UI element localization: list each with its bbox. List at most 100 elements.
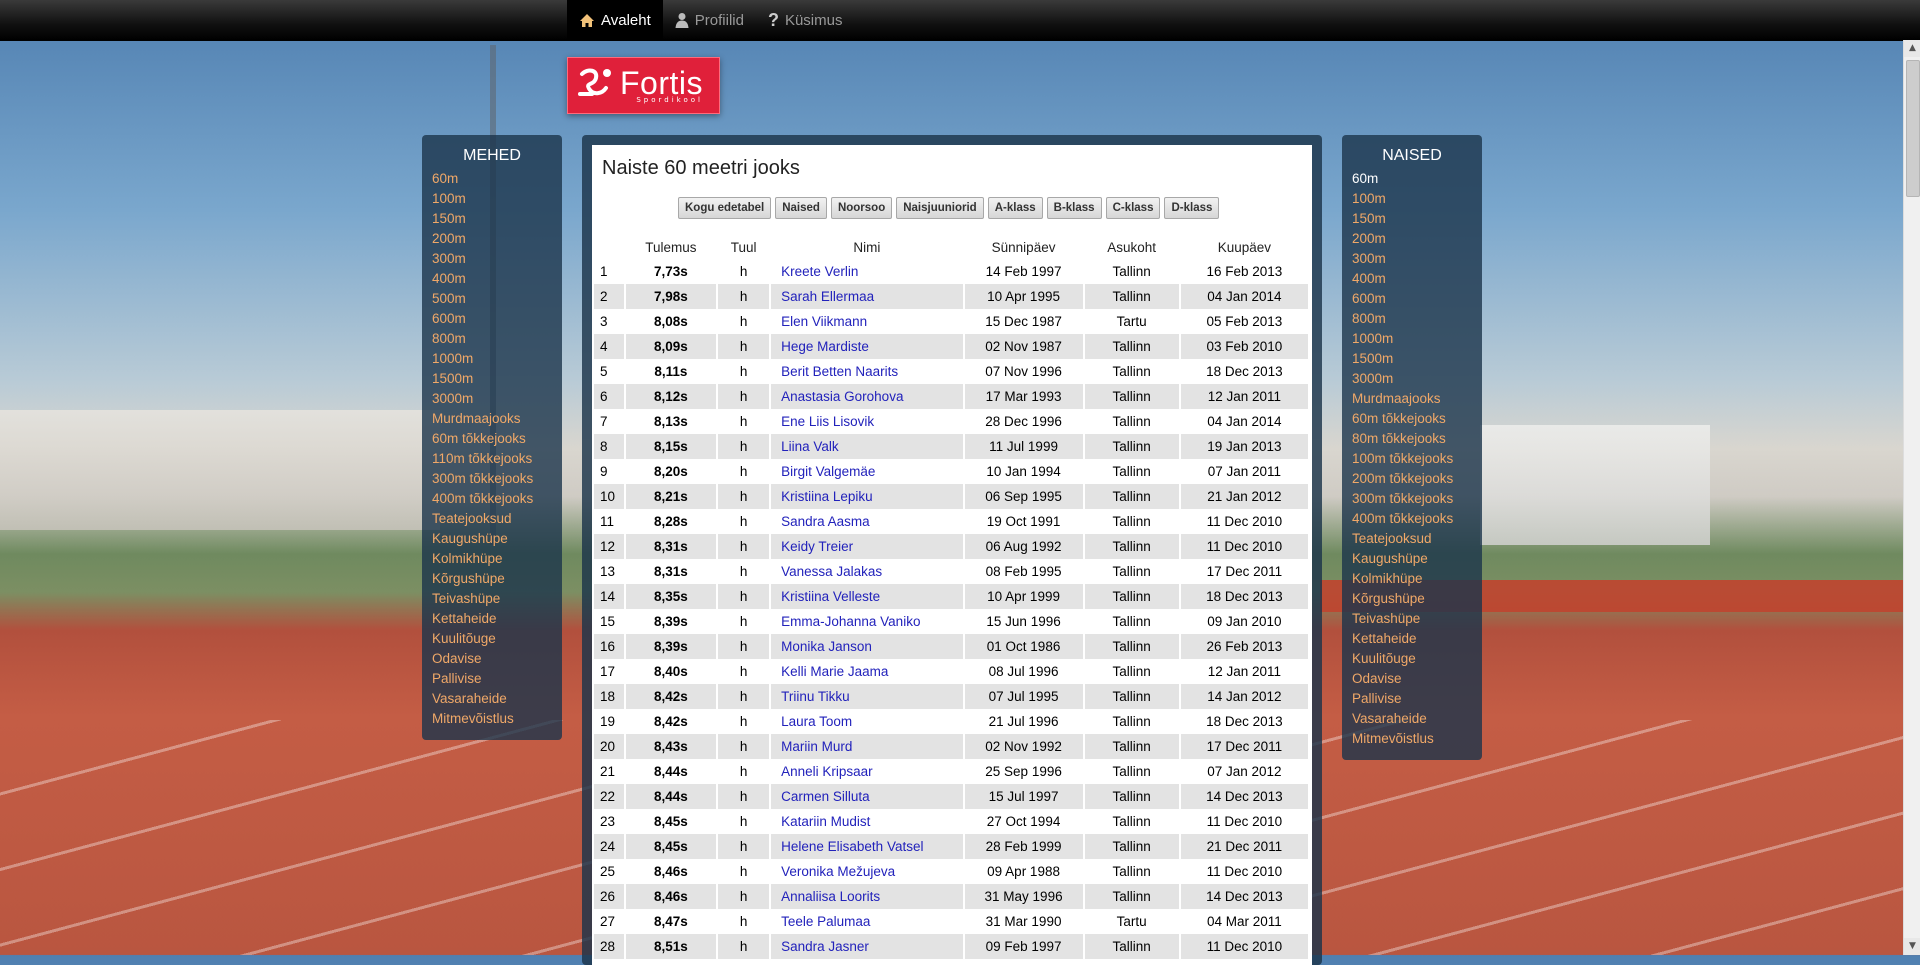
women-event-link[interactable]: Pallivise: [1352, 689, 1482, 709]
col-location-header[interactable]: Asukoht: [1084, 235, 1180, 259]
women-event-link[interactable]: Kõrgushüpe: [1352, 589, 1482, 609]
athlete-name-link[interactable]: Vanessa Jalakas: [770, 559, 965, 584]
men-event-link[interactable]: 150m: [432, 209, 562, 229]
athlete-name-link[interactable]: Sandra Aasma: [770, 509, 965, 534]
women-event-link[interactable]: Teatejooksud: [1352, 529, 1482, 549]
filter-button[interactable]: A-klass: [987, 197, 1043, 219]
scroll-down-arrow-icon[interactable]: ▼: [1904, 938, 1920, 955]
women-event-link[interactable]: 100m tõkkejooks: [1352, 449, 1482, 469]
women-event-link[interactable]: Vasaraheide: [1352, 709, 1482, 729]
women-event-link[interactable]: 400m: [1352, 269, 1482, 289]
women-event-link[interactable]: Murdmaajooks: [1352, 389, 1482, 409]
scroll-thumb[interactable]: [1906, 60, 1920, 197]
filter-button[interactable]: Naisjuuniorid: [896, 197, 984, 219]
filter-button[interactable]: Kogu edetabel: [678, 197, 772, 219]
athlete-name-link[interactable]: Carmen Silluta: [770, 784, 965, 809]
athlete-name-link[interactable]: Kelli Marie Jaama: [770, 659, 965, 684]
men-event-link[interactable]: Mitmevõistlus: [432, 709, 562, 729]
men-event-link[interactable]: 400m: [432, 269, 562, 289]
athlete-name-link[interactable]: Keidy Treier: [770, 534, 965, 559]
athlete-name-link[interactable]: Anneli Kripsaar: [770, 759, 965, 784]
men-event-link[interactable]: Teivashüpe: [432, 589, 562, 609]
women-event-link[interactable]: 60m tõkkejooks: [1352, 409, 1482, 429]
athlete-name-link[interactable]: Teele Palumaa: [770, 909, 965, 934]
men-event-link[interactable]: 1000m: [432, 349, 562, 369]
men-event-link[interactable]: Teatejooksud: [432, 509, 562, 529]
women-event-link[interactable]: Teivashüpe: [1352, 609, 1482, 629]
col-name-header[interactable]: Nimi: [770, 235, 963, 259]
fortis-logo[interactable]: Fortis Spordikool: [567, 57, 720, 114]
women-event-link[interactable]: 600m: [1352, 289, 1482, 309]
men-event-link[interactable]: Vasaraheide: [432, 689, 562, 709]
men-event-link[interactable]: 110m tõkkejooks: [432, 449, 562, 469]
women-event-link[interactable]: Odavise: [1352, 669, 1482, 689]
women-event-link[interactable]: 150m: [1352, 209, 1482, 229]
athlete-name-link[interactable]: Veronika Mežujeva: [770, 859, 965, 884]
athlete-name-link[interactable]: Helene Elisabeth Vatsel: [770, 834, 965, 859]
men-event-link[interactable]: 300m: [432, 249, 562, 269]
women-event-link[interactable]: 800m: [1352, 309, 1482, 329]
women-event-link[interactable]: 300m tõkkejooks: [1352, 489, 1482, 509]
athlete-name-link[interactable]: Sarah Ellermaa: [770, 284, 965, 309]
col-date-header[interactable]: Kuupäev: [1180, 235, 1309, 259]
filter-button[interactable]: C-klass: [1105, 197, 1161, 219]
athlete-name-link[interactable]: Ene Liis Lisovik: [770, 409, 965, 434]
men-event-link[interactable]: 600m: [432, 309, 562, 329]
men-event-link[interactable]: 500m: [432, 289, 562, 309]
athlete-name-link[interactable]: Elen Viikmann: [770, 309, 965, 334]
men-event-link[interactable]: Kolmikhüpe: [432, 549, 562, 569]
col-result-header[interactable]: Tulemus: [625, 235, 717, 259]
women-event-link[interactable]: 60m: [1352, 169, 1482, 189]
filter-button[interactable]: D-klass: [1164, 197, 1220, 219]
athlete-name-link[interactable]: Berit Betten Naarits: [770, 359, 965, 384]
women-event-link[interactable]: 1000m: [1352, 329, 1482, 349]
athlete-name-link[interactable]: Annaliisa Loorits: [770, 884, 965, 909]
athlete-name-link[interactable]: Kreete Verlin: [770, 259, 965, 284]
men-event-link[interactable]: 100m: [432, 189, 562, 209]
athlete-name-link[interactable]: Laura Toom: [770, 709, 965, 734]
men-event-link[interactable]: Pallivise: [432, 669, 562, 689]
men-event-link[interactable]: Kettaheide: [432, 609, 562, 629]
men-event-link[interactable]: 60m tõkkejooks: [432, 429, 562, 449]
men-event-link[interactable]: Kõrgushüpe: [432, 569, 562, 589]
athlete-name-link[interactable]: Emma-Johanna Vaniko: [770, 609, 965, 634]
men-event-link[interactable]: 60m: [432, 169, 562, 189]
athlete-name-link[interactable]: Triinu Tikku: [770, 684, 965, 709]
men-event-link[interactable]: 400m tõkkejooks: [432, 489, 562, 509]
men-event-link[interactable]: Kaugushüpe: [432, 529, 562, 549]
page-scrollbar[interactable]: ▲ ▼: [1903, 40, 1920, 955]
athlete-name-link[interactable]: Liina Valk: [770, 434, 965, 459]
athlete-name-link[interactable]: Anastasia Gorohova: [770, 384, 965, 409]
women-event-link[interactable]: 80m tõkkejooks: [1352, 429, 1482, 449]
women-event-link[interactable]: 200m: [1352, 229, 1482, 249]
col-wind-header[interactable]: Tuul: [717, 235, 770, 259]
athlete-name-link[interactable]: Sandra Jasner: [770, 934, 965, 959]
men-event-link[interactable]: 1500m: [432, 369, 562, 389]
col-born-header[interactable]: Sünnipäev: [964, 235, 1084, 259]
athlete-name-link[interactable]: Monika Janson: [770, 634, 965, 659]
women-event-link[interactable]: 3000m: [1352, 369, 1482, 389]
filter-button[interactable]: B-klass: [1046, 197, 1102, 219]
men-event-link[interactable]: Odavise: [432, 649, 562, 669]
women-event-link[interactable]: Mitmevõistlus: [1352, 729, 1482, 749]
filter-button[interactable]: Naised: [775, 197, 827, 219]
women-event-link[interactable]: Kaugushüpe: [1352, 549, 1482, 569]
men-event-link[interactable]: 200m: [432, 229, 562, 249]
women-event-link[interactable]: 400m tõkkejooks: [1352, 509, 1482, 529]
women-event-link[interactable]: 200m tõkkejooks: [1352, 469, 1482, 489]
athlete-name-link[interactable]: Katariin Mudist: [770, 809, 965, 834]
men-event-link[interactable]: 3000m: [432, 389, 562, 409]
nav-item-avaleht[interactable]: Avaleht: [567, 0, 663, 40]
athlete-name-link[interactable]: Birgit Valgemäe: [770, 459, 965, 484]
athlete-name-link[interactable]: Mariin Murd: [770, 734, 965, 759]
men-event-link[interactable]: 800m: [432, 329, 562, 349]
scroll-up-arrow-icon[interactable]: ▲: [1904, 40, 1920, 57]
nav-item-profiilid[interactable]: Profiilid: [663, 0, 756, 40]
men-event-link[interactable]: 300m tõkkejooks: [432, 469, 562, 489]
athlete-name-link[interactable]: Kristiina Lepiku: [770, 484, 965, 509]
men-event-link[interactable]: Murdmaajooks: [432, 409, 562, 429]
women-event-link[interactable]: 300m: [1352, 249, 1482, 269]
women-event-link[interactable]: 100m: [1352, 189, 1482, 209]
athlete-name-link[interactable]: Kristiina Velleste: [770, 584, 965, 609]
women-event-link[interactable]: Kettaheide: [1352, 629, 1482, 649]
